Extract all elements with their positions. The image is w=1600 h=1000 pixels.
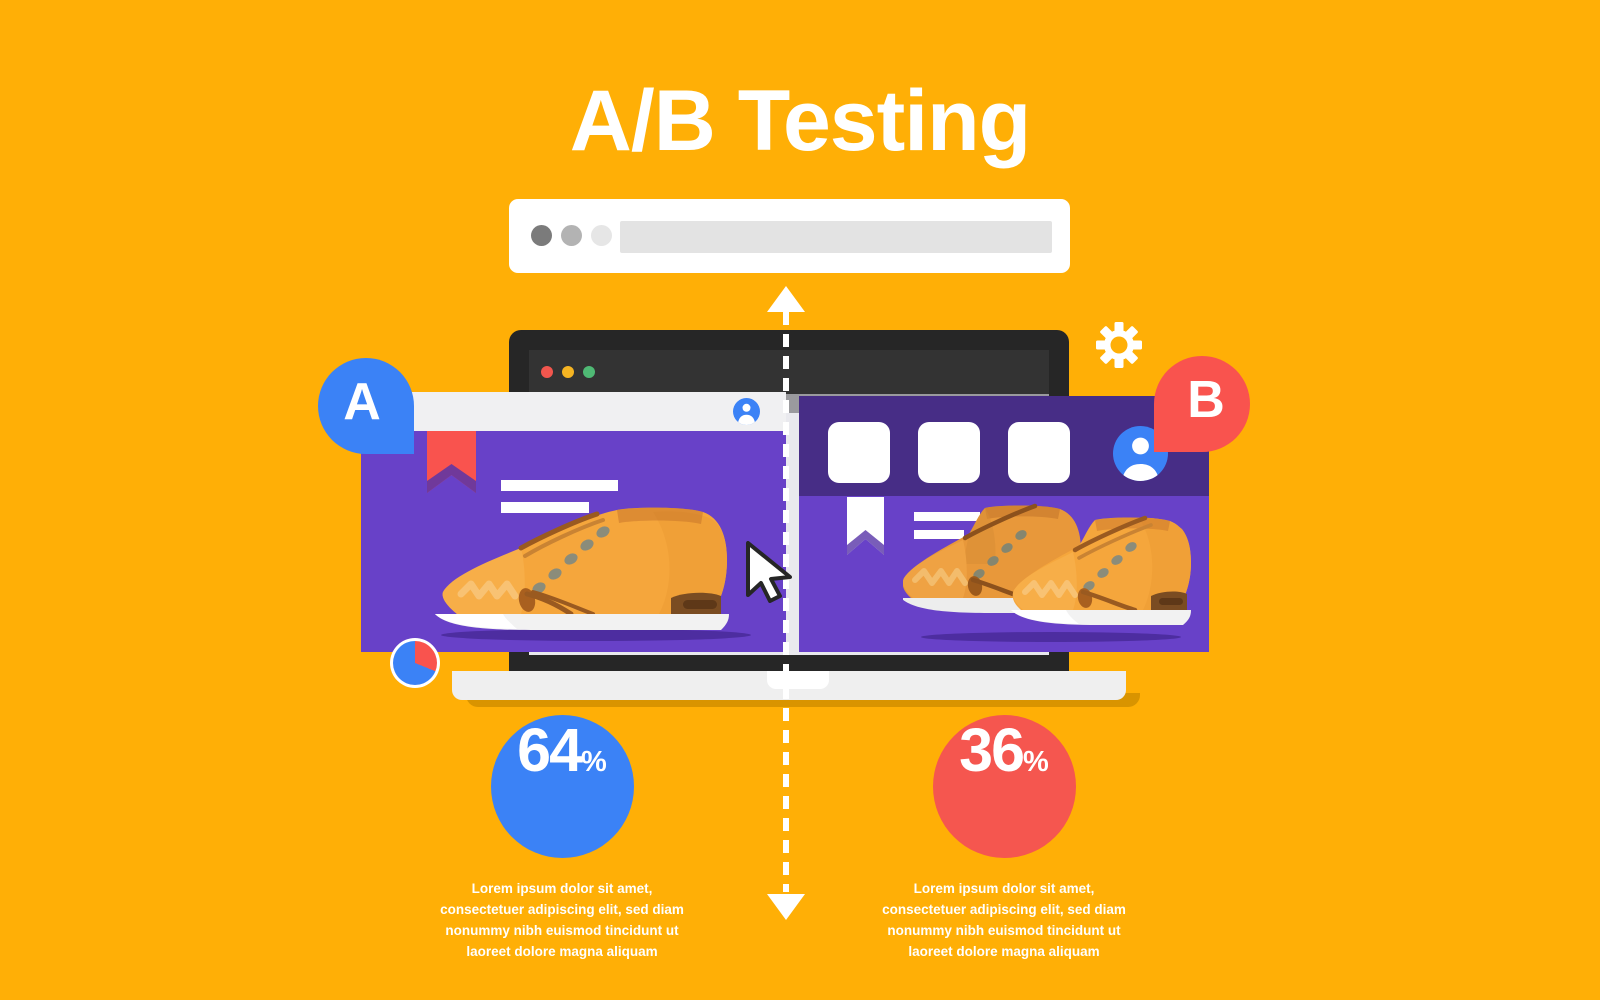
browser-url-bar[interactable] xyxy=(509,199,1070,273)
gear-settings-icon[interactable] xyxy=(1096,322,1142,368)
stat-a-unit: % xyxy=(581,746,607,778)
laptop-trackpad-notch xyxy=(767,671,829,689)
arrow-up-icon xyxy=(767,286,805,312)
stat-b: 36 % Lorem ipsum dolor sit amet, consect… xyxy=(864,715,1144,963)
variant-b-card[interactable] xyxy=(799,396,1209,652)
window-dot-green xyxy=(583,366,595,378)
laptop-browser-titlebar xyxy=(529,350,1049,394)
window-dot-medium xyxy=(561,225,582,246)
text-line xyxy=(501,480,618,491)
pie-chart-icon xyxy=(390,638,440,688)
url-input-field[interactable] xyxy=(620,221,1052,253)
window-dot-red xyxy=(541,366,553,378)
user-avatar-icon xyxy=(733,398,760,425)
stat-a-caption: Lorem ipsum dolor sit amet, consectetuer… xyxy=(440,881,684,959)
sneaker-pair-icon xyxy=(901,494,1193,644)
pie-chart-slices xyxy=(393,641,437,685)
variant-a-card[interactable] xyxy=(361,392,786,652)
ribbon-bookmark-icon xyxy=(847,497,884,555)
placeholder-tile[interactable] xyxy=(828,422,890,483)
window-dot-dark xyxy=(531,225,552,246)
stat-b-unit: % xyxy=(1023,746,1049,778)
stat-b-caption: Lorem ipsum dolor sit amet, consectetuer… xyxy=(882,881,1126,959)
arrow-down-icon xyxy=(767,894,805,920)
stat-b-bubble: 36 % xyxy=(932,715,1076,858)
window-dot-light xyxy=(591,225,612,246)
variant-b-tile-row xyxy=(828,422,1070,483)
page-title: A/B Testing xyxy=(569,73,1031,169)
mouse-pointer-icon xyxy=(744,541,798,603)
window-dot-yellow xyxy=(562,366,574,378)
ribbon-bookmark-icon xyxy=(427,431,476,493)
placeholder-tile[interactable] xyxy=(1008,422,1070,483)
variant-a-header-bar xyxy=(361,392,786,431)
variant-a-badge-label: A xyxy=(343,373,381,431)
variant-a-badge[interactable]: A xyxy=(318,358,414,454)
laptop-window-dots xyxy=(541,366,595,378)
stat-a-bubble: 64 % xyxy=(490,715,634,858)
infographic-canvas: A/B Testing A B 64 % Lorem ipsum dolor s… xyxy=(0,0,1600,1000)
variant-b-badge[interactable]: B xyxy=(1154,356,1250,452)
stat-b-value: 36 xyxy=(959,716,1025,784)
placeholder-tile[interactable] xyxy=(918,422,980,483)
stat-a: 64 % Lorem ipsum dolor sit amet, consect… xyxy=(422,715,702,963)
variant-b-badge-label: B xyxy=(1187,371,1225,429)
sneaker-single-icon xyxy=(421,502,761,642)
browser-window-dots xyxy=(531,225,612,246)
stat-a-value: 64 xyxy=(517,716,583,784)
